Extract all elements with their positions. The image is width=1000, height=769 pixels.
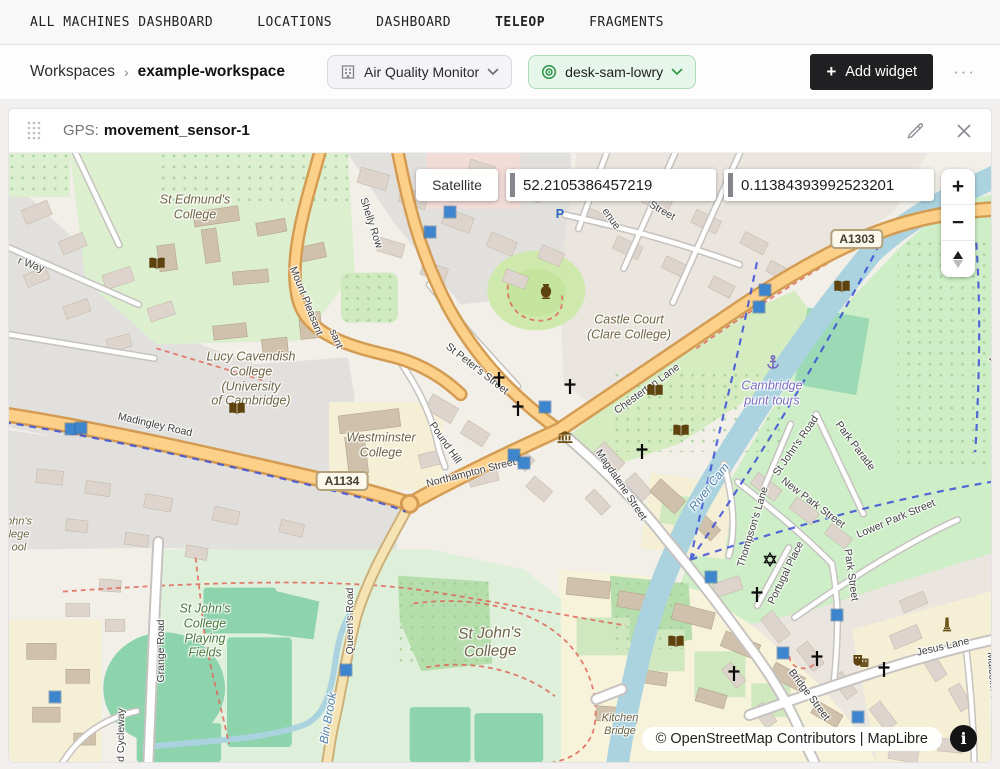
gps-point-marker[interactable] — [853, 712, 864, 723]
drag-handle-icon[interactable] — [27, 121, 41, 140]
part-selector[interactable]: desk-sam-lowry — [528, 55, 696, 89]
latitude-input[interactable] — [506, 169, 716, 201]
chevron-down-icon — [487, 68, 499, 76]
gps-point-marker[interactable] — [425, 227, 436, 238]
machine-selector[interactable]: Air Quality Monitor — [327, 55, 512, 89]
gps-point-marker[interactable] — [341, 665, 352, 676]
close-icon[interactable] — [955, 122, 973, 140]
nav-teleop[interactable]: TELEOP — [495, 15, 545, 30]
zoom-control: + − — [941, 169, 975, 277]
live-target-icon — [541, 64, 557, 80]
widget-title: GPS:movement_sensor-1 — [63, 122, 250, 139]
compass-button[interactable] — [941, 241, 975, 277]
plus-icon: + — [826, 62, 836, 82]
nav-dashboard[interactable]: DASHBOARD — [376, 15, 451, 30]
longitude-input[interactable] — [724, 169, 934, 201]
gps-point-marker[interactable] — [445, 207, 456, 218]
nav-locations[interactable]: LOCATIONS — [257, 15, 332, 30]
add-widget-button[interactable]: + Add widget — [810, 54, 933, 90]
gps-point-marker[interactable] — [778, 648, 789, 659]
widget-header: GPS:movement_sensor-1 — [9, 109, 991, 153]
map-attribution: © OpenStreetMap Contributors | MapLibre … — [642, 725, 977, 752]
zoom-out-button[interactable]: − — [941, 205, 975, 241]
nav-all-machines-dashboard[interactable]: ALL MACHINES DASHBOARD — [30, 15, 213, 30]
compass-south-icon — [953, 260, 963, 268]
gps-widget-card: GPS:movement_sensor-1 — [8, 108, 992, 763]
longitude-field-wrap — [724, 169, 934, 201]
compass-north-icon — [953, 251, 963, 259]
map-top-bar: Satellite — [416, 169, 934, 201]
machine-selector-label: Air Quality Monitor — [364, 64, 479, 80]
workspace-toolbar: Workspaces › example-workspace Air Quali… — [0, 45, 1000, 100]
gps-point-marker[interactable] — [760, 285, 771, 296]
info-icon[interactable]: i — [950, 725, 977, 752]
satellite-toggle-button[interactable]: Satellite — [416, 169, 498, 201]
building-icon — [340, 64, 356, 80]
attribution-text: © OpenStreetMap Contributors | MapLibre — [642, 727, 942, 751]
part-selector-label: desk-sam-lowry — [565, 64, 663, 80]
chevron-down-icon — [671, 68, 683, 76]
breadcrumb-current[interactable]: example-workspace — [138, 63, 285, 81]
breadcrumb-separator: › — [124, 64, 129, 80]
more-options-button[interactable]: ··· — [953, 62, 976, 82]
edit-pencil-icon[interactable] — [906, 121, 925, 140]
top-nav: ALL MACHINES DASHBOARD LOCATIONS DASHBOA… — [0, 0, 1000, 45]
map-canvas[interactable]: Shelly RowMount PleasantsantSt Peter's S… — [9, 153, 991, 762]
latitude-field-wrap — [506, 169, 716, 201]
gps-point-marker[interactable] — [50, 692, 61, 703]
gps-point-marker[interactable] — [754, 302, 765, 313]
gps-point-marker[interactable] — [540, 402, 551, 413]
gps-point-marker[interactable] — [519, 458, 530, 469]
breadcrumb: Workspaces › example-workspace — [30, 63, 285, 81]
gps-point-marker[interactable] — [706, 572, 717, 583]
breadcrumb-root[interactable]: Workspaces — [30, 63, 115, 81]
road-ref-badge: A1134 — [316, 471, 369, 491]
zoom-in-button[interactable]: + — [941, 169, 975, 205]
gps-point-marker[interactable] — [832, 610, 843, 621]
road-ref-badge: A1303 — [830, 229, 883, 249]
gps-point-marker[interactable] — [76, 423, 87, 434]
nav-fragments[interactable]: FRAGMENTS — [589, 15, 664, 30]
